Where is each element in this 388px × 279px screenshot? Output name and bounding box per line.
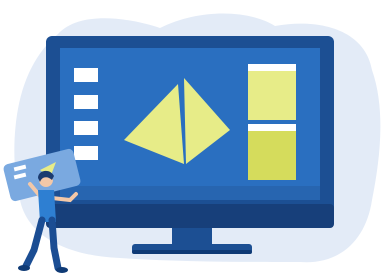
screen-panel-bottom-header — [248, 124, 296, 131]
screen-list-item-4 — [74, 146, 98, 160]
screen-list-item-1 — [74, 68, 98, 82]
screen-panel-bottom — [248, 124, 296, 180]
screen-list-item-2 — [74, 95, 98, 109]
monitor-screen-shade — [60, 186, 320, 200]
illustration-svg — [3, 13, 381, 273]
person-shoe-right — [56, 267, 68, 273]
monitor-chin — [46, 204, 334, 228]
monitor-stand-base-shadow — [132, 250, 252, 254]
person-shoe-left — [18, 265, 30, 271]
screen-panel-top-header — [248, 64, 296, 71]
illustration-stage — [0, 0, 388, 279]
screen-list-item-3 — [74, 121, 98, 135]
screen-panel-top — [248, 64, 296, 120]
